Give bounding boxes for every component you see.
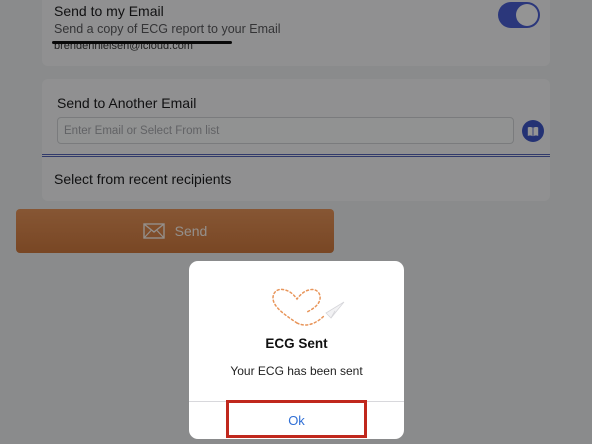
heart-paper-plane-icon bbox=[272, 288, 345, 326]
ok-highlight-box bbox=[226, 400, 367, 438]
dialog-message: Your ECG has been sent bbox=[230, 364, 363, 378]
dialog-title: ECG Sent bbox=[265, 336, 328, 351]
share-ecg-screen: Send to my Email Send a copy of ECG repo… bbox=[0, 0, 592, 444]
